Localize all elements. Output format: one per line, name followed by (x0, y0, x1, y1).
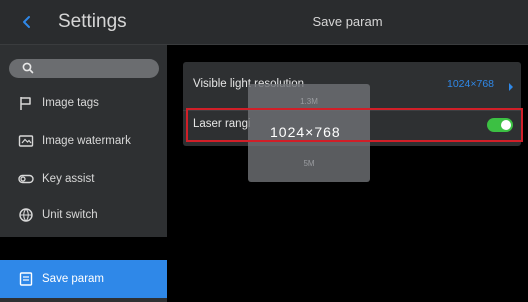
page-title: Save param (312, 14, 383, 29)
sidebar-title: Settings (58, 11, 127, 32)
chevron-right-icon (507, 79, 515, 91)
sidebar-item-key-assist[interactable]: Key assist (0, 162, 167, 198)
picker-option[interactable]: 1.3M (248, 97, 370, 107)
search-input[interactable] (9, 59, 159, 78)
picker-option[interactable]: 5M (248, 159, 370, 169)
search-icon (21, 61, 35, 75)
watermark-icon (18, 133, 34, 149)
sidebar-item-label: Image watermark (42, 135, 131, 147)
sidebar-divider (0, 237, 167, 261)
main-header: Save param (167, 0, 528, 45)
flag-icon (18, 95, 34, 111)
sidebar-item-unit-switch[interactable]: Unit switch (0, 198, 167, 234)
save-param-icon (18, 271, 34, 287)
sidebar-item-image-tags[interactable]: Image tags (0, 86, 167, 122)
settings-sidebar: Settings Image tags Image watermark Key … (0, 0, 167, 302)
sidebar-item-label: Key assist (42, 173, 95, 185)
sidebar-item-image-watermark[interactable]: Image watermark (0, 124, 167, 160)
globe-icon (18, 207, 34, 223)
row-value: 1024×768 (447, 78, 495, 90)
key-toggle-icon (18, 171, 34, 187)
sidebar-item-label: Save param (42, 273, 105, 285)
sidebar-header: Settings (0, 0, 167, 45)
sidebar-item-label: Unit switch (42, 209, 98, 221)
sidebar-item-save-param[interactable]: Save param (0, 260, 167, 298)
back-chevron-icon[interactable] (18, 13, 36, 31)
sidebar-item-label: Image tags (42, 97, 99, 109)
highlight-box (186, 108, 523, 142)
